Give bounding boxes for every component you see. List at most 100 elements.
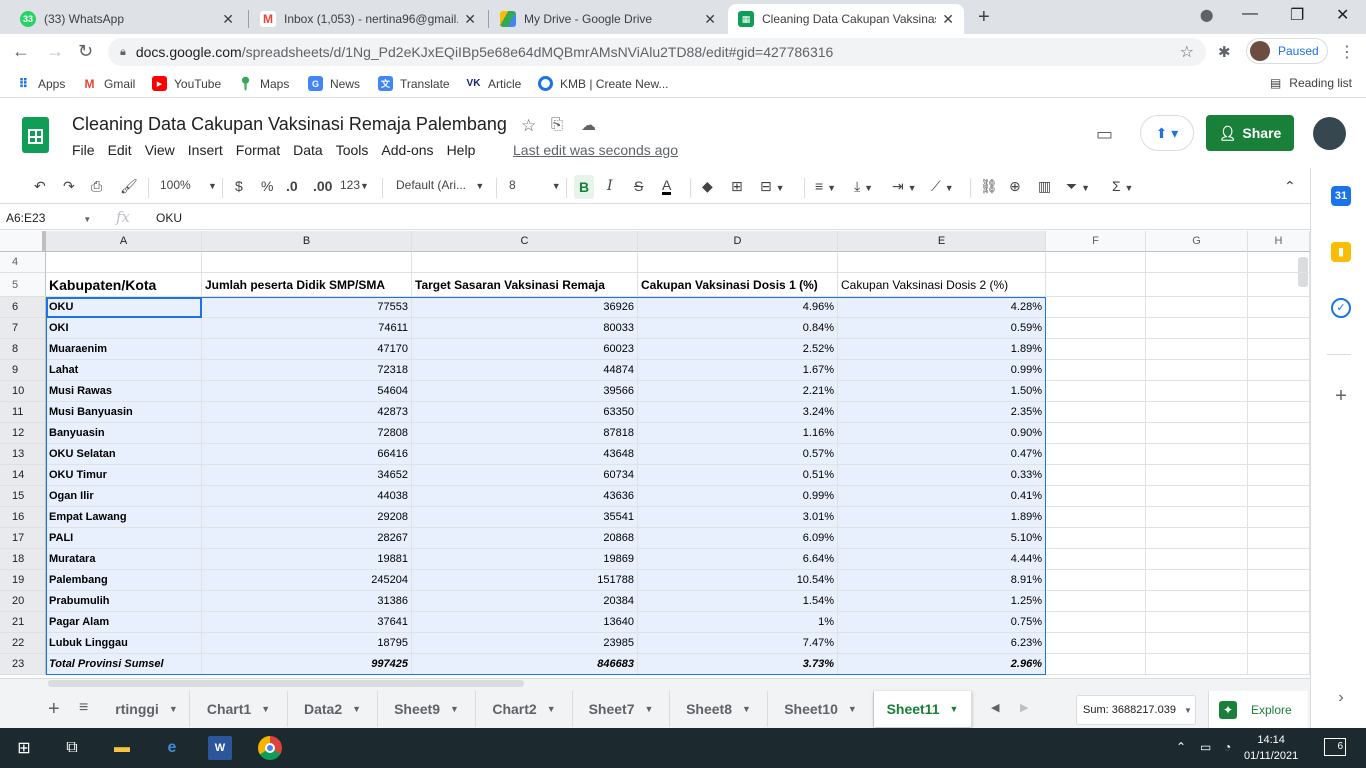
table-cell[interactable]: 36926	[412, 297, 638, 318]
table-cell[interactable]: 44874	[412, 360, 638, 381]
cell-empty[interactable]	[1146, 360, 1248, 381]
table-cell[interactable]: 35541	[412, 507, 638, 528]
cell-empty[interactable]	[1248, 273, 1310, 297]
table-cell[interactable]: 1.50%	[838, 381, 1046, 402]
chevron-down-icon[interactable]: ▼	[352, 704, 361, 714]
document-title[interactable]: Cleaning Data Cakupan Vaksinasi Remaja P…	[72, 114, 507, 135]
table-cell[interactable]: 4.96%	[638, 297, 838, 318]
table-cell[interactable]: 80033	[412, 318, 638, 339]
table-cell[interactable]: OKU Timur	[46, 465, 202, 486]
chevron-down-icon[interactable]: ▼	[950, 704, 959, 714]
table-cell[interactable]: 6.09%	[638, 528, 838, 549]
menu-insert[interactable]: Insert	[188, 142, 223, 158]
sheet-tab-rtinggi[interactable]: rtinggi ▼	[104, 691, 190, 727]
sheet-tab-sheet11[interactable]: Sheet11 ▼	[874, 691, 972, 727]
cell-empty[interactable]	[1248, 360, 1310, 381]
bookmark-apps[interactable]: ⠿ Apps	[16, 76, 65, 91]
cell-empty[interactable]	[1046, 318, 1146, 339]
table-cell[interactable]: 245204	[202, 570, 412, 591]
tab-google-drive[interactable]: My Drive - Google Drive ✕	[490, 4, 726, 34]
formula-input[interactable]: OKU	[156, 211, 182, 225]
zoom-select[interactable]: 100% ▼	[160, 178, 217, 192]
row-header-11[interactable]: 11	[0, 402, 46, 423]
minimize-button[interactable]: —	[1242, 5, 1258, 23]
profile-button[interactable]: Paused	[1246, 38, 1328, 64]
table-cell[interactable]: 19869	[412, 549, 638, 570]
chevron-down-icon[interactable]: ▼	[645, 704, 654, 714]
chrome-icon[interactable]	[258, 736, 282, 760]
cell-empty[interactable]	[1248, 318, 1310, 339]
cell-empty[interactable]	[1046, 381, 1146, 402]
cell-empty[interactable]	[46, 252, 202, 273]
table-cell[interactable]: 2.35%	[838, 402, 1046, 423]
table-header-cell[interactable]: Jumlah peserta Didik SMP/SMA	[202, 273, 412, 297]
row-header-16[interactable]: 16	[0, 507, 46, 528]
cell-empty[interactable]	[1146, 318, 1248, 339]
last-edit-link[interactable]: Last edit was seconds ago	[513, 142, 678, 158]
table-cell[interactable]: 6.64%	[638, 549, 838, 570]
functions-sigma-icon[interactable]: Σ ▼	[1112, 178, 1133, 194]
table-cell[interactable]: 4.44%	[838, 549, 1046, 570]
table-cell[interactable]: 20868	[412, 528, 638, 549]
add-sheet-button[interactable]: +	[48, 698, 60, 721]
windows-start-icon[interactable]: ⊞	[12, 736, 36, 760]
percent-format-button[interactable]: %	[261, 178, 273, 194]
cell-empty[interactable]	[1248, 423, 1310, 444]
table-cell[interactable]: 77553	[202, 297, 412, 318]
menu-addons[interactable]: Add-ons	[381, 142, 433, 158]
cell-empty[interactable]	[1248, 297, 1310, 318]
table-cell[interactable]: 54604	[202, 381, 412, 402]
cell-empty[interactable]	[1046, 507, 1146, 528]
cell-empty[interactable]	[412, 252, 638, 273]
bold-button[interactable]: B	[574, 175, 595, 199]
scroll-tabs-left-icon[interactable]: ◀	[991, 701, 999, 714]
cloud-status-icon[interactable]: ☁	[581, 116, 596, 134]
vertical-align-icon[interactable]: ⤓ ▼	[854, 178, 873, 195]
menu-help[interactable]: Help	[447, 142, 476, 158]
table-cell[interactable]: Musi Rawas	[46, 381, 202, 402]
total-cell[interactable]: Total Provinsi Sumsel	[46, 654, 202, 675]
present-button[interactable]: ⬆ ▾	[1140, 115, 1194, 151]
text-color-button[interactable]: A	[662, 178, 672, 195]
close-icon[interactable]: ✕	[942, 11, 954, 28]
row-header-19[interactable]: 19	[0, 570, 46, 591]
cell-empty[interactable]	[1146, 591, 1248, 612]
get-addons-plus-icon[interactable]: +	[1331, 386, 1351, 406]
tasks-icon[interactable]: ✓	[1331, 298, 1351, 318]
table-cell[interactable]: 39566	[412, 381, 638, 402]
table-cell[interactable]: 60023	[412, 339, 638, 360]
cell-empty[interactable]	[1248, 507, 1310, 528]
table-cell[interactable]: 0.99%	[638, 486, 838, 507]
name-box[interactable]: A6:E23 ▼	[6, 211, 91, 225]
cell-empty[interactable]	[1046, 339, 1146, 360]
cell-empty[interactable]	[1046, 612, 1146, 633]
column-header-d[interactable]: D	[638, 231, 838, 252]
table-cell[interactable]: 0.59%	[838, 318, 1046, 339]
row-header-5[interactable]: 5	[0, 273, 46, 297]
row-header-23[interactable]: 23	[0, 654, 46, 675]
forward-arrow-icon[interactable]: →	[46, 41, 64, 62]
tab-whatsapp[interactable]: 33 (33) WhatsApp ✕	[10, 4, 244, 34]
paint-format-icon[interactable]: 🖌︎	[120, 178, 138, 195]
spreadsheet-grid[interactable]: A B C D E F G H 4 5 6 7 8 9 10 11 12 13 14 15 16 17 18 19 20 21 22…	[0, 231, 1310, 678]
bookmark-maps[interactable]: 📍︎ Maps	[237, 76, 289, 91]
cell-empty[interactable]	[1146, 486, 1248, 507]
reload-icon[interactable]: ↻	[78, 41, 93, 62]
chevron-down-icon[interactable]: ▼	[547, 704, 556, 714]
table-header-cell[interactable]: Cakupan Vaksinasi Dosis 2 (%)	[838, 273, 1046, 297]
row-header-22[interactable]: 22	[0, 633, 46, 654]
decrease-decimal-button[interactable]: .0	[286, 178, 298, 194]
table-cell[interactable]: 13640	[412, 612, 638, 633]
row-header-4[interactable]: 4	[0, 252, 46, 273]
font-size-select[interactable]: 8 ▼	[509, 178, 561, 192]
total-cell[interactable]: 997425	[202, 654, 412, 675]
table-cell[interactable]: Empat Lawang	[46, 507, 202, 528]
insert-comment-icon[interactable]: ⊕	[1009, 178, 1021, 195]
comment-history-icon[interactable]: ▭	[1096, 124, 1113, 145]
table-cell[interactable]: 6.23%	[838, 633, 1046, 654]
menu-data[interactable]: Data	[293, 142, 323, 158]
url-input[interactable]: 🔒︎ docs.google.com /spreadsheets/d/1Ng_P…	[108, 38, 1206, 66]
bookmark-star-icon[interactable]: ☆	[1180, 42, 1194, 62]
table-header-cell[interactable]: Target Sasaran Vaksinasi Remaja	[412, 273, 638, 297]
menu-edit[interactable]: Edit	[108, 142, 132, 158]
